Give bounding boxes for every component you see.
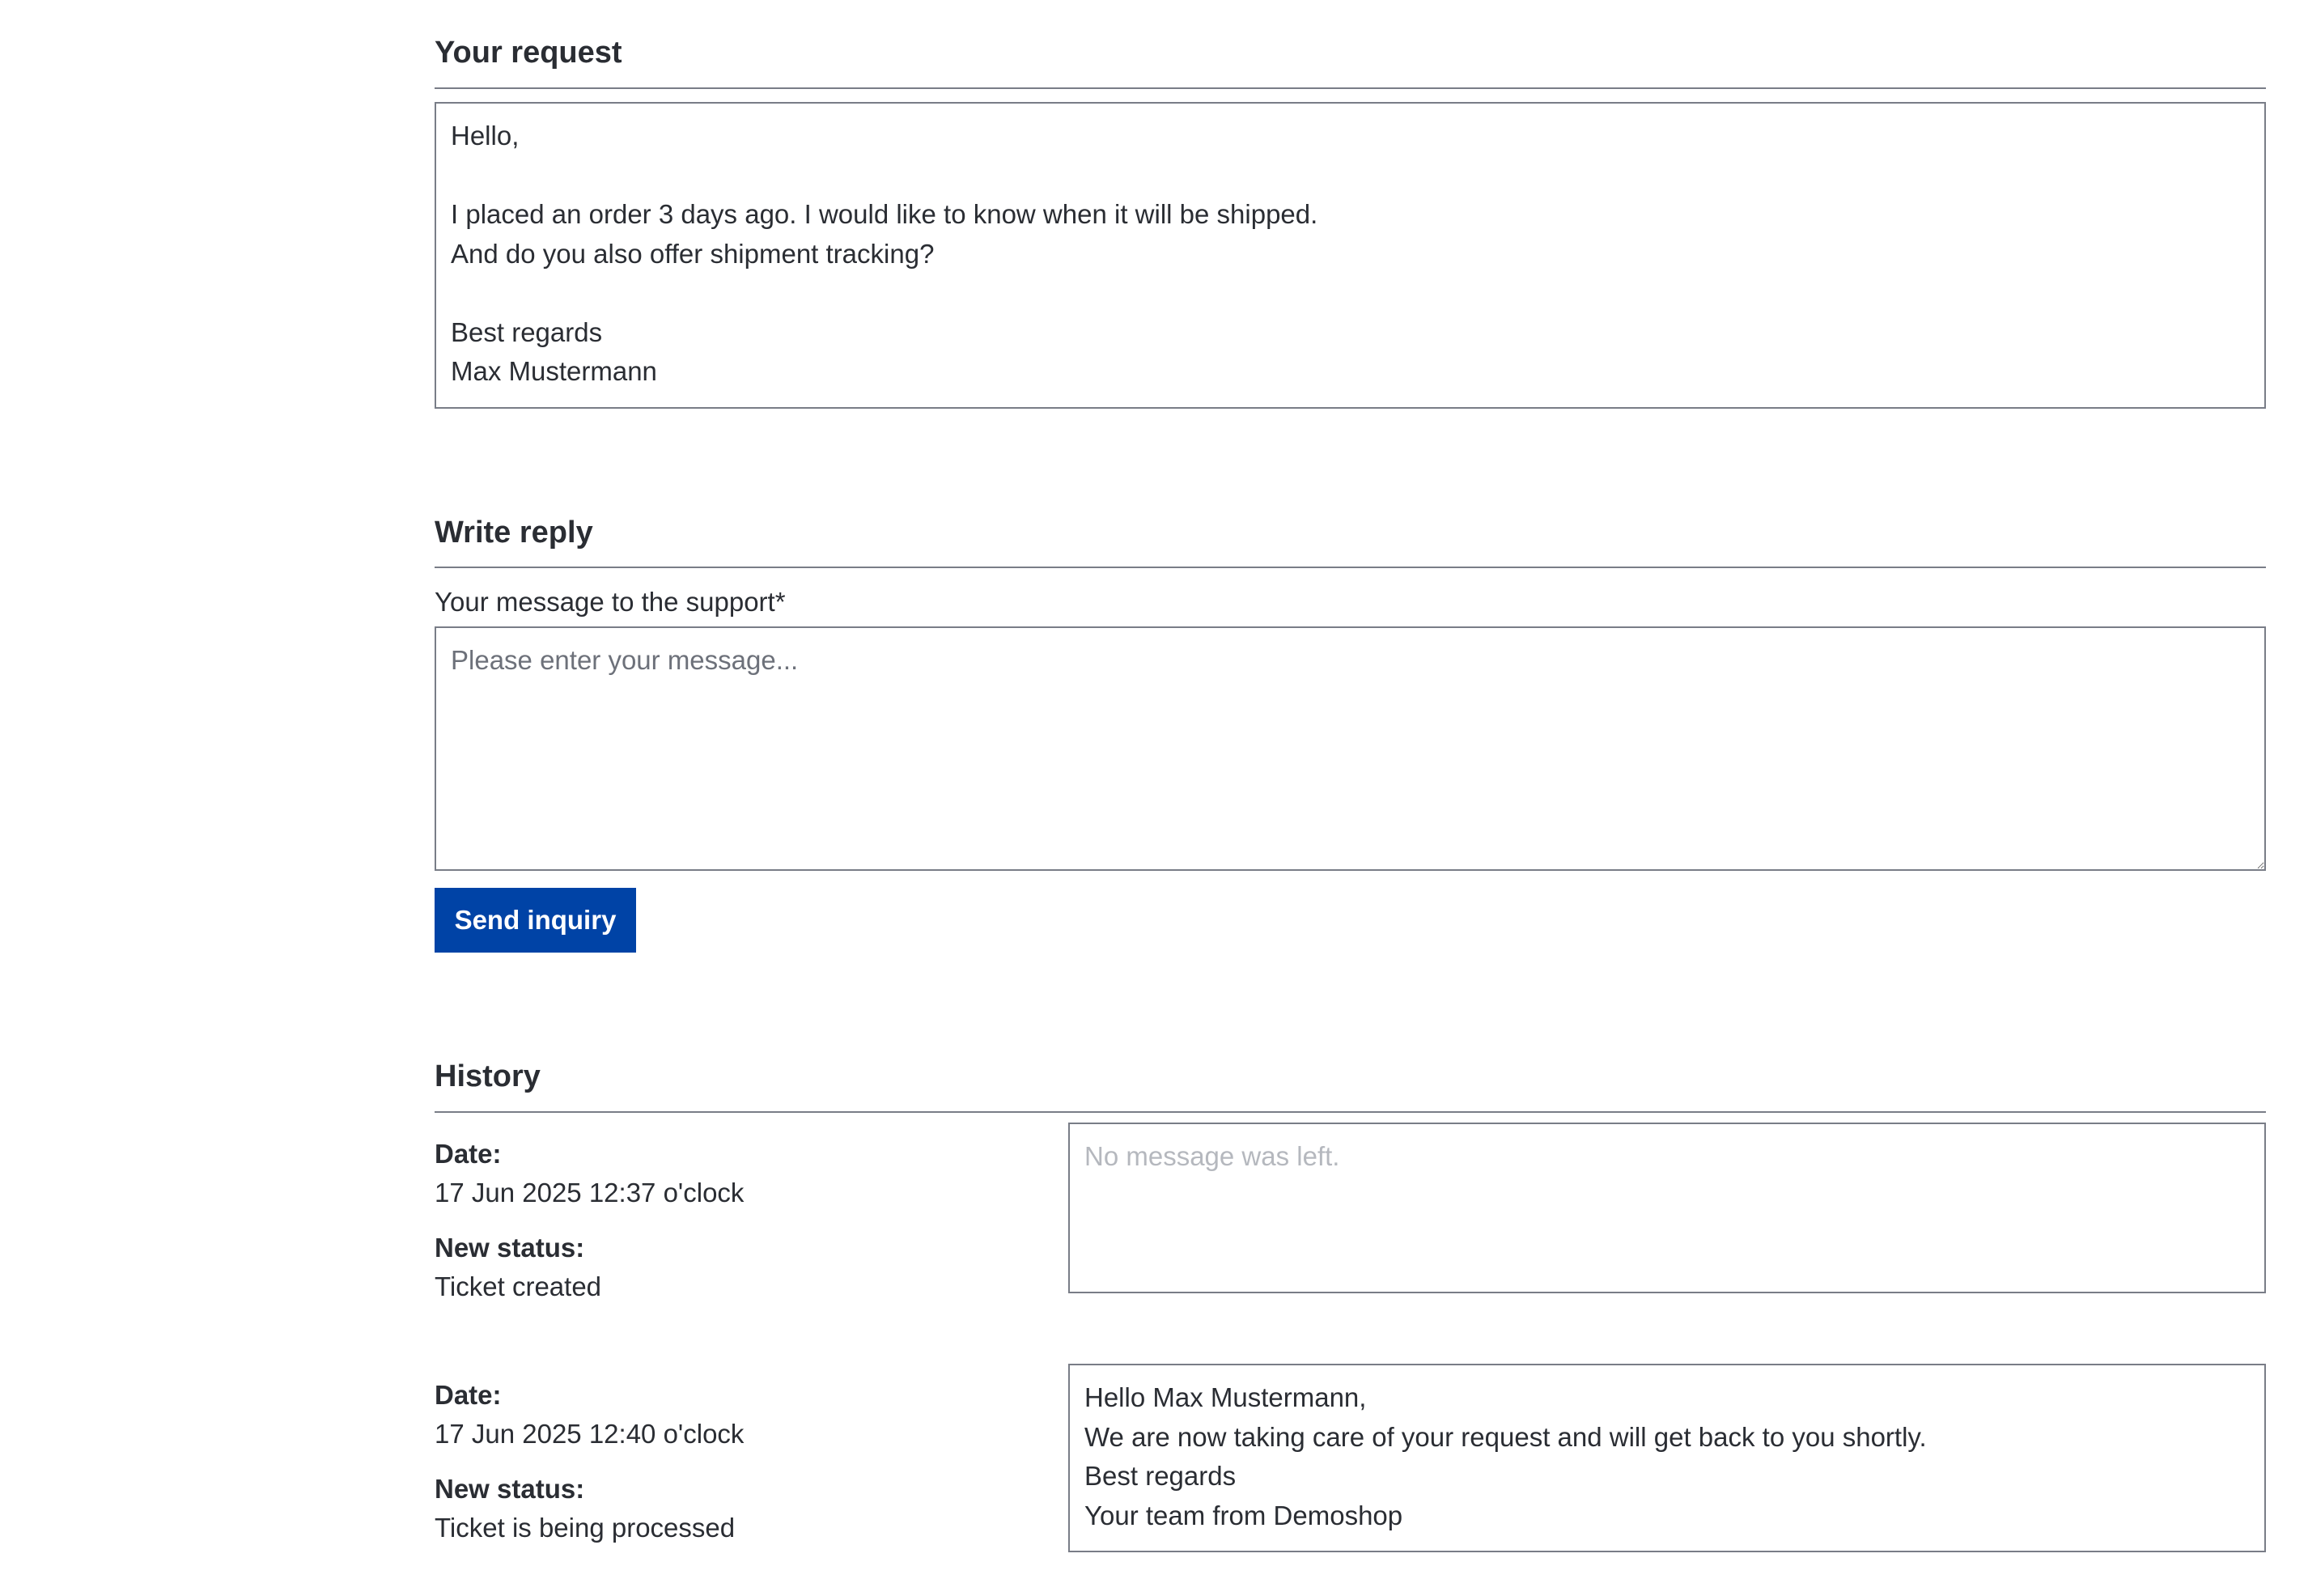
history-divider (435, 1111, 2266, 1113)
request-divider (435, 87, 2266, 89)
history-entry-meta: Date: 17 Jun 2025 12:40 o'clock New stat… (435, 1376, 1001, 1547)
date-label: Date: (435, 1380, 502, 1410)
entry-status: Ticket created (435, 1271, 602, 1301)
status-label: New status: (435, 1474, 585, 1504)
history-message-line: Your team from Demoshop (1084, 1500, 1403, 1530)
reply-message-textarea[interactable] (435, 626, 2266, 871)
status-label: New status: (435, 1233, 585, 1263)
reply-divider (435, 567, 2266, 568)
request-message-line: And do you also offer shipment tracking? (451, 238, 935, 269)
request-message-line: Best regards (451, 316, 603, 347)
history-entry-meta: Date: 17 Jun 2025 12:37 o'clock New stat… (435, 1135, 1001, 1306)
history-message-box: Hello Max Mustermann, We are now taking … (1068, 1364, 2266, 1552)
request-message-line: Max Mustermann (451, 356, 657, 386)
history-title: History (435, 1059, 541, 1093)
entry-status: Ticket is being processed (435, 1513, 736, 1543)
entry-date: 17 Jun 2025 12:40 o'clock (435, 1419, 745, 1449)
request-message-line (451, 156, 2250, 196)
request-message-line: Hello, (451, 121, 520, 151)
history-message-line: No message was left. (1084, 1141, 1340, 1171)
reply-field-label: Your message to the support* (435, 587, 786, 617)
entry-date: 17 Jun 2025 12:37 o'clock (435, 1178, 745, 1208)
request-title: Your request (435, 36, 622, 70)
request-message-line (451, 274, 2250, 313)
send-inquiry-button[interactable]: Send inquiry (435, 888, 636, 953)
history-message-box: No message was left. (1068, 1123, 2266, 1293)
history-message-line: Best regards (1084, 1461, 1237, 1491)
reply-title: Write reply (435, 516, 593, 550)
history-message-line: Hello Max Mustermann, (1084, 1382, 1367, 1412)
request-message-box: Hello, I placed an order 3 days ago. I w… (435, 102, 2266, 409)
history-message-line: We are now taking care of your request a… (1084, 1421, 1927, 1452)
request-message-line: I placed an order 3 days ago. I would li… (451, 199, 1318, 229)
date-label: Date: (435, 1139, 502, 1169)
